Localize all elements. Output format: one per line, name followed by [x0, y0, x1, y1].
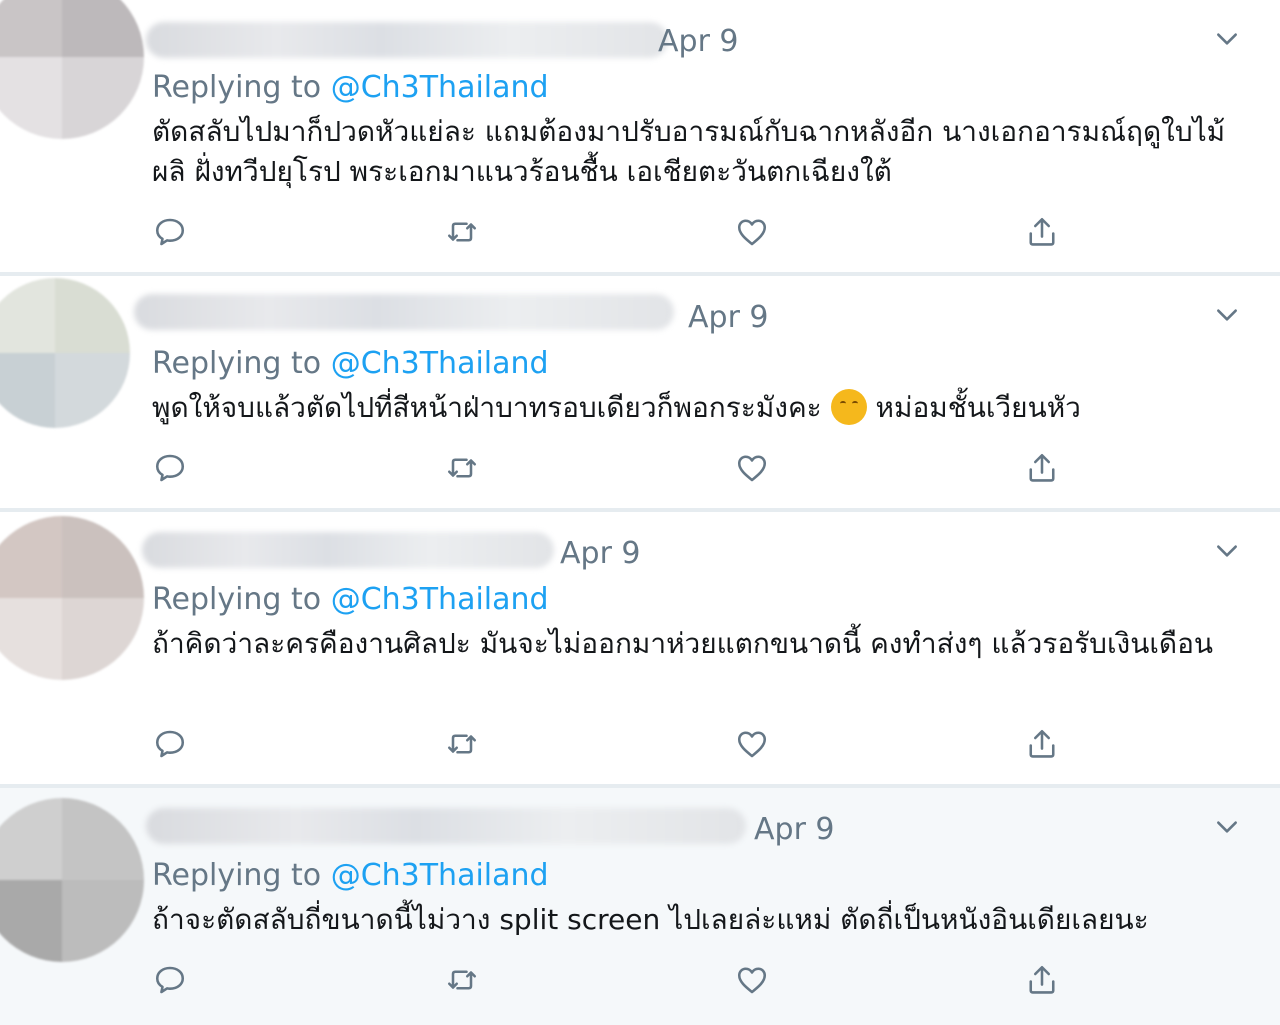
replying-to: Replying to @Ch3Thailand — [152, 582, 549, 618]
blurred-user-name[interactable] — [134, 294, 674, 330]
tweet-text: ตัดสลับไปมาก็ปวดหัวแย่ละ แถมต้องมาปรับอา… — [152, 115, 1226, 188]
retweet-icon — [447, 458, 477, 478]
share-button[interactable] — [1024, 962, 1060, 998]
blurred-user-name[interactable] — [146, 808, 746, 844]
blurred-user-name[interactable] — [146, 22, 668, 58]
reply-icon — [155, 966, 185, 994]
reply-icon — [155, 730, 185, 758]
tweet-date[interactable]: Apr 9 — [688, 300, 769, 336]
share-button[interactable] — [1024, 214, 1060, 250]
tweet-text: ถ้าจะตัดสลับถี่ขนาดนี้ไม่วาง split scree… — [152, 903, 1149, 936]
tweet-text-part: พูดให้จบแล้วตัดไปที่สีหน้าฝ่าบาทรอบเดียว… — [152, 391, 822, 424]
retweet-button[interactable] — [444, 962, 480, 998]
like-button[interactable] — [734, 726, 770, 762]
retweet-button[interactable] — [444, 450, 480, 486]
reply-handle-link[interactable]: @Ch3Thailand — [331, 858, 549, 893]
reply-handle-link[interactable]: @Ch3Thailand — [331, 346, 549, 381]
chevron-down-icon[interactable] — [1214, 26, 1240, 52]
reply-handle-link[interactable]: @Ch3Thailand — [331, 582, 549, 617]
share-icon — [1029, 729, 1055, 758]
tweet-timeline: Apr 9 Replying to @Ch3Thailand ตัดสลับไป… — [0, 0, 1280, 1025]
share-icon — [1029, 965, 1055, 994]
retweet-icon — [447, 734, 477, 754]
retweet-icon — [447, 222, 477, 242]
replying-label: Replying to — [152, 70, 322, 105]
replying-label: Replying to — [152, 858, 322, 893]
chevron-down-icon[interactable] — [1214, 538, 1240, 564]
reply-button[interactable] — [152, 450, 188, 486]
replying-to: Replying to @Ch3Thailand — [152, 70, 549, 106]
tweet-text: ถ้าคิดว่าละครคืองานศิลปะ มันจะไม่ออกมาห่… — [152, 627, 1214, 660]
reply-icon — [155, 454, 185, 482]
chevron-down-icon[interactable] — [1214, 302, 1240, 328]
tweet[interactable]: Apr 9 Replying to @Ch3Thailand พูดให้จบแ… — [0, 276, 1280, 508]
tweet-actions — [152, 962, 1102, 1002]
heart-icon — [737, 731, 767, 758]
like-button[interactable] — [734, 214, 770, 250]
avatar[interactable] — [0, 798, 144, 962]
tweet[interactable]: Apr 9 Replying to @Ch3Thailand ตัดสลับไป… — [0, 0, 1280, 272]
replying-to: Replying to @Ch3Thailand — [152, 858, 549, 894]
kissing-face-emoji — [830, 389, 867, 425]
reply-button[interactable] — [152, 214, 188, 250]
replying-label: Replying to — [152, 582, 322, 617]
like-button[interactable] — [734, 450, 770, 486]
reply-button[interactable] — [152, 962, 188, 998]
tweet-actions — [152, 214, 1102, 254]
heart-icon — [737, 455, 767, 482]
share-icon — [1029, 217, 1055, 246]
tweet-actions — [152, 450, 1102, 490]
replying-to: Replying to @Ch3Thailand — [152, 346, 549, 382]
like-button[interactable] — [734, 962, 770, 998]
retweet-button[interactable] — [444, 214, 480, 250]
replying-label: Replying to — [152, 346, 322, 381]
retweet-icon — [447, 970, 477, 990]
share-button[interactable] — [1024, 726, 1060, 762]
heart-icon — [737, 219, 767, 246]
avatar[interactable] — [0, 278, 130, 428]
tweet-date[interactable]: Apr 9 — [560, 536, 641, 572]
tweet-date[interactable]: Apr 9 — [754, 812, 835, 848]
tweet-text: พูดให้จบแล้วตัดไปที่สีหน้าฝ่าบาทรอบเดียว… — [152, 388, 1242, 428]
share-button[interactable] — [1024, 450, 1060, 486]
share-icon — [1029, 453, 1055, 482]
reply-icon — [155, 218, 185, 246]
reply-handle-link[interactable]: @Ch3Thailand — [331, 70, 549, 105]
chevron-down-icon[interactable] — [1214, 814, 1240, 840]
reply-button[interactable] — [152, 726, 188, 762]
avatar[interactable] — [0, 516, 144, 680]
avatar[interactable] — [0, 0, 144, 139]
tweet[interactable]: Apr 9 Replying to @Ch3Thailand ถ้าคิดว่า… — [0, 512, 1280, 784]
retweet-button[interactable] — [444, 726, 480, 762]
tweet-actions — [152, 726, 1102, 766]
tweet-text-part: หม่อมชั้นเวียนหัว — [875, 391, 1081, 424]
tweet[interactable]: Apr 9 Replying to @Ch3Thailand ถ้าจะตัดส… — [0, 788, 1280, 1025]
tweet-date[interactable]: Apr 9 — [658, 24, 739, 60]
heart-icon — [737, 967, 767, 994]
blurred-user-name[interactable] — [142, 532, 554, 568]
